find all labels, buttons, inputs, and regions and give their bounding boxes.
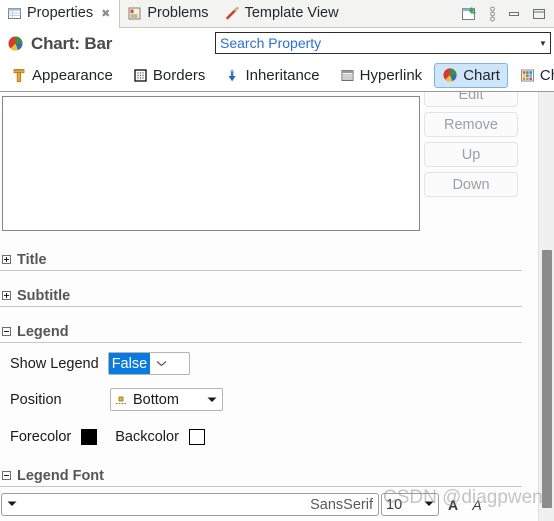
font-family-combo[interactable]: SansSerif	[1, 493, 379, 516]
tab-borders[interactable]: Borders	[125, 63, 214, 88]
italic-button[interactable]: A	[466, 494, 488, 516]
tab-hyperlink[interactable]: Hyperlink	[332, 63, 431, 88]
view-tab-bar: Properties ✖ Problems Template View	[0, 0, 554, 28]
chevron-down-icon[interactable]: ▼	[536, 33, 550, 53]
properties-view: Properties ✖ Problems Template View Char…	[0, 0, 554, 521]
chart-properties-panel: Edit Remove Up Down Title Subtitle Legen…	[0, 92, 540, 521]
page-title: Chart: Bar	[7, 34, 112, 54]
inheritance-arrow-icon	[225, 68, 240, 83]
properties-grid-icon	[7, 6, 22, 21]
problems-icon	[127, 6, 142, 21]
property-tab-strip: Appearance Borders Inheritance Hyperlink…	[0, 59, 554, 92]
tab-label: Chart	[463, 66, 500, 84]
minimize-icon[interactable]	[507, 7, 521, 21]
up-button[interactable]: Up	[424, 142, 518, 167]
search-input[interactable]	[216, 33, 536, 53]
tab-appearance[interactable]: Appearance	[4, 63, 121, 88]
show-legend-dropdown[interactable]: False	[107, 352, 190, 375]
expand-plus-icon[interactable]	[2, 255, 11, 264]
tab-chart[interactable]: Chart	[434, 62, 508, 88]
section-label: Legend	[17, 323, 69, 340]
legend-font-row: SansSerif 10 A A	[1, 493, 488, 516]
chevron-down-solid-icon[interactable]	[202, 396, 222, 403]
backcolor-label: Backcolor	[115, 429, 179, 445]
chevron-down-solid-icon[interactable]	[424, 500, 434, 509]
down-button[interactable]: Down	[424, 172, 518, 197]
tab-label: Hyperlink	[359, 66, 423, 84]
remove-button[interactable]: Remove	[424, 112, 518, 137]
tab-label: Inheritance	[245, 66, 320, 84]
pie-chart-icon	[7, 35, 24, 52]
page-title-text: Chart: Bar	[31, 33, 113, 53]
show-legend-row: Show Legend False	[10, 352, 190, 375]
tab-label: Chart	[539, 66, 554, 84]
collapse-minus-icon[interactable]	[2, 471, 11, 480]
close-icon[interactable]: ✖	[101, 8, 110, 19]
vertical-scrollbar-thumb[interactable]	[542, 250, 552, 508]
new-window-icon[interactable]	[461, 6, 478, 22]
view-tab-template-view[interactable]: Template View	[218, 0, 348, 27]
show-legend-value: False	[108, 353, 151, 374]
hyperlink-icon	[340, 68, 355, 83]
font-size-combo[interactable]: 10	[381, 493, 439, 516]
view-tab-label: Properties	[27, 5, 94, 22]
section-title[interactable]: Title	[0, 249, 522, 271]
collapse-minus-icon[interactable]	[2, 327, 11, 336]
section-legend-font[interactable]: Legend Font	[0, 465, 522, 487]
backcolor-swatch[interactable]	[188, 429, 205, 445]
expand-plus-icon[interactable]	[2, 291, 11, 300]
tab-label: Borders	[152, 66, 206, 84]
legend-position-row: Position Bottom	[10, 388, 223, 411]
legend-colors-row: Forecolor Backcolor	[10, 429, 205, 445]
ruler-icon	[12, 68, 27, 83]
legend-position-dropdown[interactable]: Bottom	[110, 388, 223, 411]
edit-button[interactable]: Edit	[424, 92, 518, 107]
pencil-icon	[225, 6, 240, 21]
chart-palette-icon	[520, 68, 535, 83]
view-tab-label: Problems	[147, 5, 209, 22]
chevron-down-icon[interactable]	[150, 360, 172, 367]
section-label: Subtitle	[17, 287, 71, 304]
search-property-combo[interactable]: ▼	[215, 32, 551, 54]
font-size-value: 10	[386, 496, 403, 513]
section-legend[interactable]: Legend	[0, 321, 522, 343]
maximize-icon[interactable]	[532, 7, 546, 21]
legend-bottom-icon	[114, 393, 128, 407]
section-subtitle[interactable]: Subtitle	[0, 285, 522, 307]
position-label: Position	[10, 391, 62, 408]
section-label: Legend Font	[17, 467, 104, 484]
view-tab-problems[interactable]: Problems	[120, 0, 217, 27]
position-value: Bottom	[133, 391, 179, 408]
section-label: Title	[17, 251, 47, 268]
show-legend-label: Show Legend	[10, 355, 99, 372]
forecolor-swatch[interactable]	[81, 429, 98, 445]
tab-label: Appearance	[32, 66, 113, 84]
tab-inheritance[interactable]: Inheritance	[217, 63, 327, 88]
view-tab-properties[interactable]: Properties ✖	[0, 0, 121, 28]
vertical-scrollbar[interactable]	[538, 92, 554, 521]
tab-chart-palette[interactable]: Chart	[512, 63, 554, 88]
chart-series-list[interactable]	[2, 96, 420, 231]
forecolor-label: Forecolor	[10, 429, 72, 445]
view-tab-label: Template View	[244, 5, 339, 22]
view-bar-actions	[461, 0, 554, 27]
bold-button[interactable]: A	[442, 494, 464, 516]
list-action-buttons: Edit Remove Up Down	[424, 92, 518, 202]
chevron-down-solid-icon[interactable]	[7, 500, 17, 509]
borders-icon	[133, 68, 148, 83]
view-menu-icon[interactable]	[489, 6, 496, 22]
font-family-value: SansSerif	[310, 496, 373, 513]
pie-chart-icon	[442, 67, 458, 83]
font-style-buttons: A A	[442, 494, 488, 516]
position-value-wrap: Bottom	[111, 389, 202, 410]
